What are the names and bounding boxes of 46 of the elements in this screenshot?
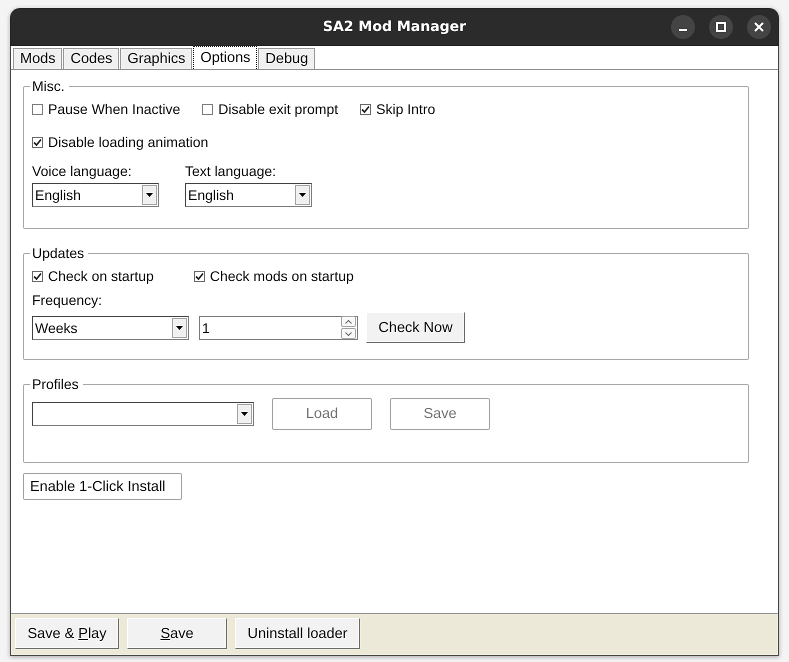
check-now-button[interactable]: Check Now	[366, 312, 465, 343]
checkbox-label: Check mods on startup	[210, 268, 354, 284]
tab[interactable]: Mods	[13, 48, 62, 69]
window-title: SA2 Mod Manager	[322, 19, 466, 35]
spin-down-button[interactable]	[341, 328, 356, 339]
group-title: Profiles	[31, 376, 80, 392]
dropdown-arrow-icon	[299, 193, 306, 197]
dropdown-arrow-icon	[146, 193, 153, 197]
close-button[interactable]	[747, 15, 771, 39]
maximize-icon	[715, 21, 727, 33]
checkbox-label: Check on startup	[48, 268, 154, 284]
uninstall-button[interactable]: Uninstall loader	[235, 618, 360, 649]
group-title: Misc.	[31, 78, 66, 94]
checkbox[interactable]	[194, 270, 205, 282]
minimize-icon	[679, 29, 687, 31]
checkbox[interactable]	[32, 270, 43, 282]
field-label: Voice language:	[32, 163, 133, 179]
checkbox[interactable]	[32, 136, 43, 148]
install-button[interactable]: Enable 1-Click Install	[23, 473, 182, 500]
dropdown[interactable]	[32, 402, 254, 426]
spin-up-button[interactable]	[341, 316, 356, 327]
maximize-button[interactable]	[709, 15, 733, 39]
checkbox-label: Pause When Inactive	[48, 101, 180, 117]
tab[interactable]: Debug	[258, 48, 316, 69]
checkbox[interactable]	[360, 104, 372, 114]
tab[interactable]: Graphics	[120, 48, 192, 69]
dropdown[interactable]: Weeks	[32, 316, 189, 340]
dropdown[interactable]: English	[185, 183, 312, 207]
save-and-play-button[interactable]: Save & Play	[15, 618, 119, 649]
field-label: Text language:	[185, 163, 278, 179]
checkbox[interactable]	[202, 104, 214, 114]
tab[interactable]: Options	[193, 46, 258, 69]
minimize-button[interactable]	[671, 15, 695, 39]
group-title: Updates	[31, 245, 86, 261]
close-icon	[753, 21, 765, 33]
checkbox-label: Disable exit prompt	[218, 101, 338, 117]
dropdown-arrow-icon	[176, 326, 183, 330]
checkbox-label: Skip Intro	[376, 101, 436, 117]
save-button[interactable]: Save	[127, 618, 227, 649]
tab[interactable]: Codes	[63, 48, 120, 69]
checkbox[interactable]	[32, 104, 43, 114]
field-label: Frequency:	[32, 292, 104, 308]
number-field[interactable]: 1	[199, 316, 358, 340]
checkbox-label: Disable loading animation	[48, 134, 208, 150]
dropdown[interactable]: English	[32, 183, 159, 207]
dropdown-arrow-icon	[241, 412, 248, 416]
